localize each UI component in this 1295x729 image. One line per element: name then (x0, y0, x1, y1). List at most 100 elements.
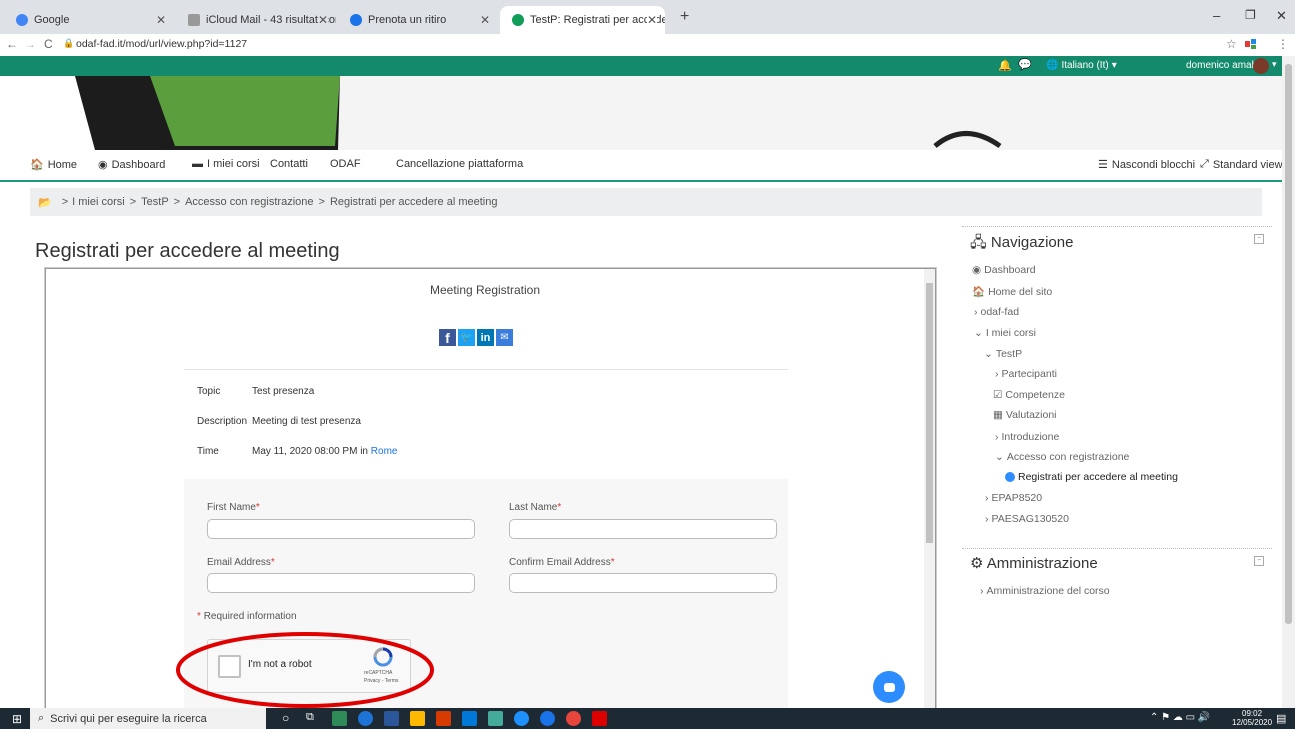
chrome-icon[interactable] (566, 711, 581, 726)
language-menu[interactable]: 🌐 Italiano (It) ▾ (1046, 60, 1117, 71)
annotation-ellipse (176, 632, 434, 708)
nav-item-dashboard[interactable]: ◉ Dashboard (972, 264, 1036, 276)
email-share-icon[interactable]: ✉ (496, 329, 513, 346)
file-explorer-icon[interactable] (410, 711, 425, 726)
close-icon[interactable]: ✕ (317, 13, 328, 27)
chat-bubble-button[interactable] (873, 671, 905, 703)
back-icon[interactable]: ← (6, 37, 18, 51)
admin-title: ⚙ Amministrazione (970, 555, 1098, 572)
user-name[interactable]: domenico amab (1186, 60, 1257, 71)
close-icon[interactable]: ✕ (156, 13, 166, 27)
nav-item-accesso[interactable]: ⌄ Accesso con registrazione (995, 451, 1129, 463)
globe-app-icon[interactable] (514, 711, 529, 726)
nav-item-introduzione[interactable]: › Introduzione (995, 431, 1059, 443)
tab-testp[interactable]: TestP: Registrati per accedere al ✕ (500, 6, 665, 34)
notifications-icon[interactable]: ▤ (1276, 712, 1286, 725)
first-name-field[interactable] (207, 519, 475, 539)
collapse-block-icon[interactable]: − (1254, 234, 1264, 244)
taskbar-search[interactable]: ⌕ Scrivi qui per eseguire la ricerca (30, 708, 266, 729)
standard-view-button[interactable]: ⤢ Standard view (1200, 158, 1283, 171)
app-icon[interactable] (488, 711, 503, 726)
task-view-icon[interactable]: ⧉ (306, 711, 314, 724)
menu-my-courses[interactable]: ▬ I miei corsi (192, 158, 260, 170)
bookmark-star-icon[interactable]: ☆ (1226, 37, 1237, 51)
menu-contatti[interactable]: Contatti (270, 158, 308, 170)
url-field[interactable]: odaf-fad.it/mod/url/view.php?id=1127 (76, 38, 247, 50)
menu-cancellazione[interactable]: Cancellazione piattaforma (396, 158, 523, 170)
nav-item-current-page[interactable]: Registrati per accedere al meeting (1005, 471, 1178, 483)
timezone-link[interactable]: Rome (371, 446, 398, 457)
avatar[interactable] (1253, 58, 1269, 74)
dashboard-icon: ◉ (972, 264, 982, 276)
menu-home[interactable]: 🏠 Home (30, 158, 77, 172)
reload-icon[interactable]: C (44, 37, 53, 51)
cortana-icon[interactable]: ○ (282, 711, 289, 725)
check-square-icon: ☑ (993, 389, 1003, 401)
nav-item-paesag[interactable]: › PAESAG130520 (985, 513, 1069, 525)
chevron-right-icon: › (985, 513, 989, 525)
tab-icloud[interactable]: iCloud Mail - 43 risultati corrispo ✕ (176, 6, 336, 34)
dashboard-icon: ◉ (98, 159, 108, 171)
windows-start-icon[interactable]: ⊞ (12, 712, 22, 726)
home-icon: 🏠 (972, 286, 986, 298)
main-menu: 🏠 Home ◉ Dashboard ▬ I miei corsi Contatti … (0, 150, 1283, 182)
breadcrumb-item[interactable]: TestP (141, 196, 169, 208)
ie-icon[interactable] (358, 711, 373, 726)
folder-icon[interactable]: 📂 (38, 196, 52, 209)
minimize-icon[interactable]: – (1213, 8, 1220, 23)
close-icon[interactable]: ✕ (480, 13, 490, 27)
last-name-field[interactable] (509, 519, 777, 539)
menu-dashboard[interactable]: ◉ Dashboard (98, 158, 165, 172)
frame-scrollbar[interactable] (924, 269, 935, 709)
menu-odaf[interactable]: ODAF (330, 158, 361, 170)
home-icon: 🏠 (30, 159, 44, 171)
nav-item-epap[interactable]: › EPAP8520 (985, 492, 1042, 504)
caret-down-icon[interactable]: ▾ (1272, 59, 1277, 70)
word-icon[interactable] (384, 711, 399, 726)
tab-google[interactable]: Google ✕ (4, 6, 174, 34)
system-tray-icons[interactable]: ⌃ ⚑ ☁ ▭ 🔊 (1150, 712, 1210, 723)
breadcrumb-item[interactable]: Accesso con registrazione (185, 196, 313, 208)
frame-scrollbar-thumb[interactable] (926, 283, 933, 543)
photos-icon[interactable] (332, 711, 347, 726)
chevron-right-icon: › (985, 492, 989, 504)
page-scrollbar-thumb[interactable] (1285, 64, 1292, 624)
store-icon[interactable] (462, 711, 477, 726)
menu-icon[interactable]: ⋮ (1277, 37, 1289, 51)
facebook-icon[interactable]: f (439, 329, 456, 346)
nav-item-home[interactable]: 🏠 Home del sito (972, 285, 1052, 299)
admin-item-course[interactable]: › Amministrazione del corso (980, 585, 1110, 597)
maximize-icon[interactable]: ❐ (1245, 8, 1256, 22)
chevron-right-icon: › (980, 585, 984, 597)
edge-icon[interactable] (540, 711, 555, 726)
close-icon[interactable]: ✕ (646, 13, 657, 27)
outlook-icon[interactable] (436, 711, 451, 726)
confirm-email-field[interactable] (509, 573, 777, 593)
email-field[interactable] (207, 573, 475, 593)
tab-prenota[interactable]: Prenota un ritiro ✕ (338, 6, 498, 34)
window-close-icon[interactable]: ✕ (1276, 8, 1287, 24)
linkedin-icon[interactable]: in (477, 329, 494, 346)
nav-item-competenze[interactable]: ☑ Competenze (993, 389, 1065, 401)
extension-icon[interactable] (1244, 38, 1258, 50)
nav-item-testp[interactable]: ⌄ TestP (984, 348, 1022, 360)
hide-blocks-button[interactable]: ☰ Nascondi blocchi (1098, 158, 1195, 172)
tab-label: iCloud Mail - 43 risultati corrispo (206, 14, 336, 26)
chat-icon[interactable]: 💬 (1018, 58, 1032, 71)
nav-item-partecipanti[interactable]: › Partecipanti (995, 368, 1057, 380)
nav-item-odaf-fad[interactable]: › odaf-fad (974, 306, 1019, 318)
collapse-block-icon[interactable]: − (1254, 556, 1264, 566)
clock[interactable]: 09:02 12/05/2020 (1232, 709, 1272, 727)
nav-item-valutazioni[interactable]: ▦ Valutazioni (993, 409, 1057, 421)
nav-item-my-courses[interactable]: ⌄ I miei corsi (974, 327, 1036, 339)
description-label: Description (197, 416, 248, 427)
twitter-icon[interactable]: 🐦 (458, 329, 475, 346)
chevron-down-icon: ⌄ (974, 327, 983, 339)
new-tab-icon[interactable]: + (680, 8, 689, 26)
breadcrumb-item[interactable]: I miei corsi (72, 196, 125, 208)
page-scrollbar[interactable] (1282, 56, 1295, 708)
bell-icon[interactable]: 🔔 (998, 59, 1012, 72)
acrobat-icon[interactable] (592, 711, 607, 726)
breadcrumb-item[interactable]: Registrati per accedere al meeting (330, 196, 498, 208)
forward-icon[interactable]: → (24, 37, 36, 51)
